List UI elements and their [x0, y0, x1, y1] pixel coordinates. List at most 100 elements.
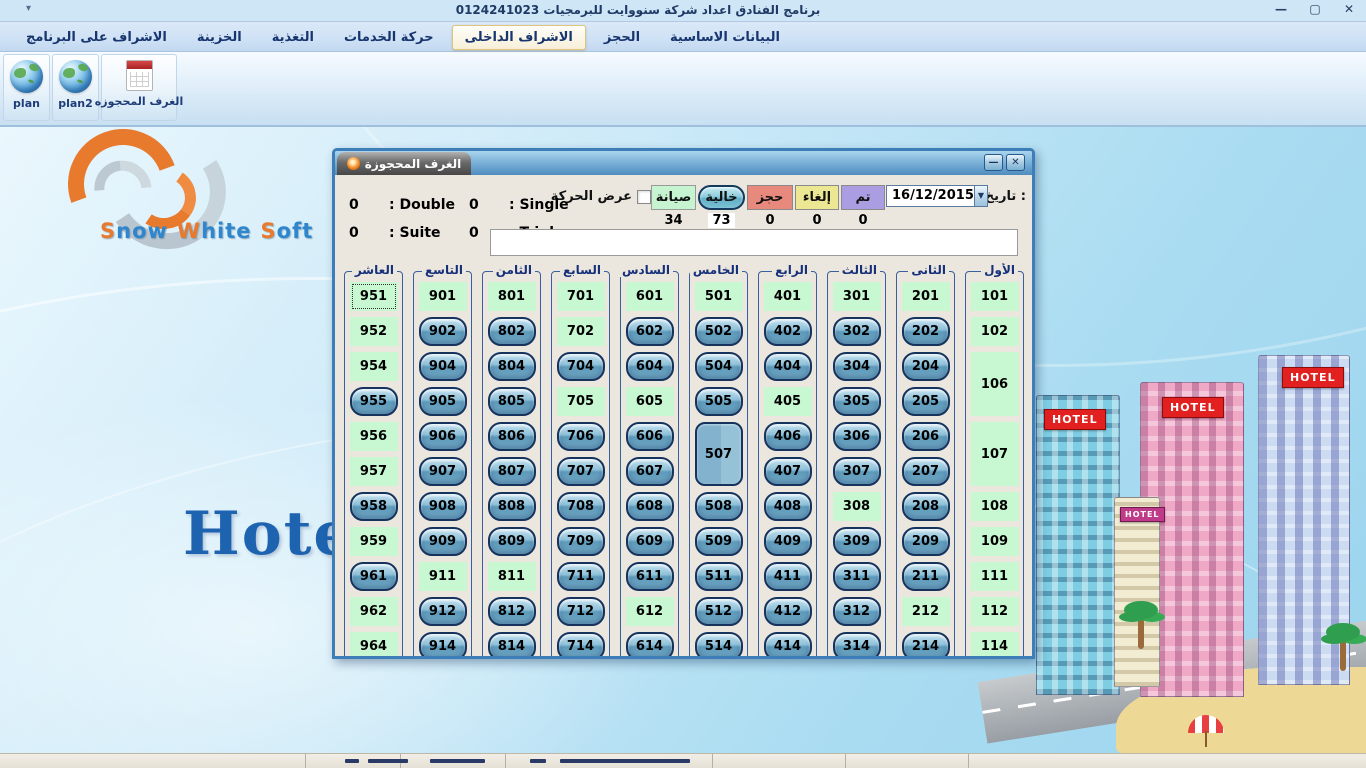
room-button-108[interactable]: 108 [971, 492, 1019, 521]
room-button-404[interactable]: 404 [764, 352, 812, 381]
room-button-612[interactable]: 612 [626, 597, 674, 626]
maximize-icon[interactable]: ▢ [1306, 2, 1324, 16]
room-button-509[interactable]: 509 [695, 527, 743, 556]
room-button-802[interactable]: 802 [488, 317, 536, 346]
room-button-808[interactable]: 808 [488, 492, 536, 521]
chevron-down-icon[interactable]: ▼ [974, 186, 987, 206]
room-button-906[interactable]: 906 [419, 422, 467, 451]
room-button-214[interactable]: 214 [902, 632, 950, 656]
room-button-101[interactable]: 101 [971, 282, 1019, 311]
room-button-111[interactable]: 111 [971, 562, 1019, 591]
room-button-704[interactable]: 704 [557, 352, 605, 381]
room-button-901[interactable]: 901 [419, 282, 467, 311]
room-button-614[interactable]: 614 [626, 632, 674, 656]
room-button-602[interactable]: 602 [626, 317, 674, 346]
room-button-504[interactable]: 504 [695, 352, 743, 381]
room-button-308[interactable]: 308 [833, 492, 881, 521]
menu-tab[interactable]: التقارير [0, 26, 8, 49]
room-button-806[interactable]: 806 [488, 422, 536, 451]
room-button-812[interactable]: 812 [488, 597, 536, 626]
room-button-312[interactable]: 312 [833, 597, 881, 626]
room-button-607[interactable]: 607 [626, 457, 674, 486]
room-button-302[interactable]: 302 [833, 317, 881, 346]
toolbar-button[interactable]: الغرف المحجوزه [101, 54, 177, 121]
toolbar-button[interactable]: plan [3, 54, 50, 121]
room-button-601[interactable]: 601 [626, 282, 674, 311]
room-button-902[interactable]: 902 [419, 317, 467, 346]
room-button-608[interactable]: 608 [626, 492, 674, 521]
room-button-912[interactable]: 912 [419, 597, 467, 626]
room-button-508[interactable]: 508 [695, 492, 743, 521]
show-movement-checkbox[interactable] [637, 190, 651, 204]
room-button-502[interactable]: 502 [695, 317, 743, 346]
status-button-booked[interactable]: حجز [747, 185, 793, 210]
room-button-908[interactable]: 908 [419, 492, 467, 521]
room-button-202[interactable]: 202 [902, 317, 950, 346]
room-button-605[interactable]: 605 [626, 387, 674, 416]
dialog-minimize-icon[interactable]: — [984, 154, 1003, 171]
room-button-814[interactable]: 814 [488, 632, 536, 656]
room-button-311[interactable]: 311 [833, 562, 881, 591]
room-button-505[interactable]: 505 [695, 387, 743, 416]
status-button-done[interactable]: تم [841, 185, 885, 210]
room-button-412[interactable]: 412 [764, 597, 812, 626]
room-button-957[interactable]: 957 [350, 457, 398, 486]
room-button-964[interactable]: 964 [350, 632, 398, 656]
menu-tab-active[interactable]: الاشراف الداخلى [452, 25, 586, 50]
room-button-706[interactable]: 706 [557, 422, 605, 451]
room-button-201[interactable]: 201 [902, 282, 950, 311]
status-button-cancel[interactable]: إلغاء [795, 185, 839, 210]
menu-tab[interactable]: الاشراف على البرنامج [14, 26, 179, 49]
room-button-401[interactable]: 401 [764, 282, 812, 311]
date-combobox[interactable]: 16/12/2015 ▼ [886, 185, 988, 207]
room-button-206[interactable]: 206 [902, 422, 950, 451]
menu-tab[interactable]: الخزينة [185, 26, 254, 49]
room-button-207[interactable]: 207 [902, 457, 950, 486]
status-button-maint[interactable]: صيانة [651, 185, 696, 210]
room-button-907[interactable]: 907 [419, 457, 467, 486]
room-button-604[interactable]: 604 [626, 352, 674, 381]
room-button-112[interactable]: 112 [971, 597, 1019, 626]
room-button-208[interactable]: 208 [902, 492, 950, 521]
room-button-958[interactable]: 958 [350, 492, 398, 521]
dialog-title-bar[interactable]: الغرف المحجوزة — ✕ [335, 151, 1032, 175]
room-button-804[interactable]: 804 [488, 352, 536, 381]
menu-tab[interactable]: البيانات الاساسية [658, 26, 792, 49]
room-button-309[interactable]: 309 [833, 527, 881, 556]
room-button-301[interactable]: 301 [833, 282, 881, 311]
room-button-507[interactable]: 507 [695, 422, 743, 486]
minimize-icon[interactable]: — [1272, 2, 1290, 16]
room-button-909[interactable]: 909 [419, 527, 467, 556]
room-button-212[interactable]: 212 [902, 597, 950, 626]
menu-tab[interactable]: حركة الخدمات [332, 26, 446, 49]
room-button-952[interactable]: 952 [350, 317, 398, 346]
room-button-709[interactable]: 709 [557, 527, 605, 556]
room-button-512[interactable]: 512 [695, 597, 743, 626]
room-button-514[interactable]: 514 [695, 632, 743, 656]
room-button-107[interactable]: 107 [971, 422, 1019, 486]
room-button-409[interactable]: 409 [764, 527, 812, 556]
status-button-vacant[interactable]: خالية [698, 185, 745, 210]
room-button-714[interactable]: 714 [557, 632, 605, 656]
room-button-402[interactable]: 402 [764, 317, 812, 346]
room-button-956[interactable]: 956 [350, 422, 398, 451]
room-button-707[interactable]: 707 [557, 457, 605, 486]
room-button-405[interactable]: 405 [764, 387, 812, 416]
room-button-314[interactable]: 314 [833, 632, 881, 656]
room-button-951[interactable]: 951 [350, 282, 398, 311]
room-button-102[interactable]: 102 [971, 317, 1019, 346]
dialog-close-icon[interactable]: ✕ [1006, 154, 1025, 171]
room-button-801[interactable]: 801 [488, 282, 536, 311]
room-button-805[interactable]: 805 [488, 387, 536, 416]
room-button-809[interactable]: 809 [488, 527, 536, 556]
room-button-209[interactable]: 209 [902, 527, 950, 556]
room-button-304[interactable]: 304 [833, 352, 881, 381]
room-button-106[interactable]: 106 [971, 352, 1019, 416]
menu-tab[interactable]: التغذية [260, 26, 326, 49]
room-button-955[interactable]: 955 [350, 387, 398, 416]
room-button-609[interactable]: 609 [626, 527, 674, 556]
room-button-511[interactable]: 511 [695, 562, 743, 591]
room-button-904[interactable]: 904 [419, 352, 467, 381]
room-button-606[interactable]: 606 [626, 422, 674, 451]
room-button-811[interactable]: 811 [488, 562, 536, 591]
